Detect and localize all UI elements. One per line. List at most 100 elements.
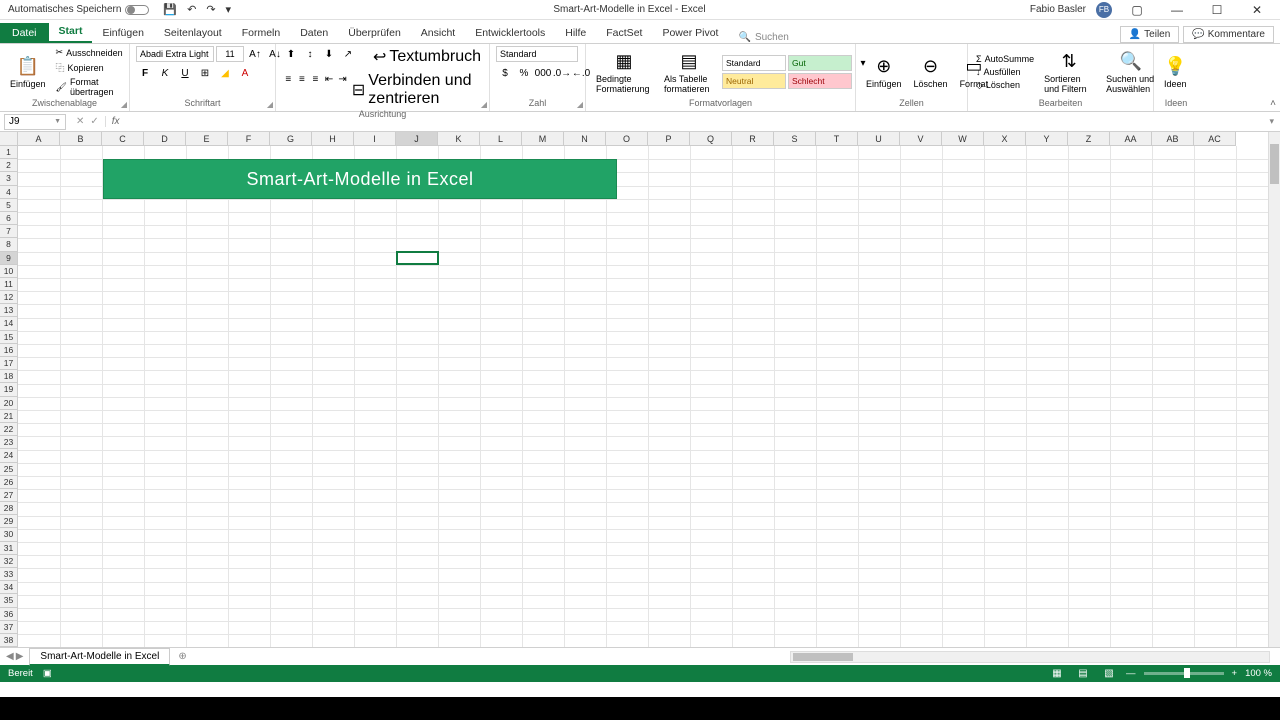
row-header[interactable]: 10 [0, 265, 18, 278]
style-schlecht[interactable]: Schlecht [788, 73, 852, 89]
accept-formula-icon[interactable]: ✓ [90, 116, 98, 127]
column-header[interactable]: B [60, 132, 102, 146]
close-icon[interactable]: ✕ [1242, 3, 1272, 17]
column-header[interactable]: AA [1110, 132, 1152, 146]
row-header[interactable]: 18 [0, 370, 18, 383]
save-icon[interactable]: 💾 [163, 3, 177, 16]
fx-label[interactable]: fx [106, 116, 126, 127]
underline-button[interactable]: U [176, 65, 194, 81]
clear-button[interactable]: ◇Löschen [974, 79, 1036, 92]
column-header[interactable]: U [858, 132, 900, 146]
column-header[interactable]: P [648, 132, 690, 146]
column-header[interactable]: Z [1068, 132, 1110, 146]
row-header[interactable]: 36 [0, 608, 18, 621]
autosum-button[interactable]: ΣAutoSumme [974, 53, 1036, 65]
column-header[interactable]: Y [1026, 132, 1068, 146]
row-header[interactable]: 21 [0, 410, 18, 423]
align-left-icon[interactable]: ≡ [282, 71, 295, 87]
cut-button[interactable]: ✂Ausschneiden [54, 46, 125, 59]
fill-color-button[interactable]: ◢ [216, 65, 234, 81]
column-header[interactable]: AB [1152, 132, 1194, 146]
tab-developer[interactable]: Entwicklertools [465, 23, 555, 43]
name-box[interactable]: J9▼ [4, 114, 66, 130]
column-header[interactable]: V [900, 132, 942, 146]
row-header[interactable]: 38 [0, 634, 18, 647]
row-header[interactable]: 22 [0, 423, 18, 436]
scroll-thumb[interactable] [793, 653, 853, 661]
share-button[interactable]: 👤Teilen [1120, 26, 1180, 43]
vertical-scrollbar[interactable] [1268, 132, 1280, 647]
column-header[interactable]: O [606, 132, 648, 146]
row-header[interactable]: 11 [0, 278, 18, 291]
row-header[interactable]: 16 [0, 344, 18, 357]
cell-grid[interactable]: Smart-Art-Modelle in Excel [18, 146, 1268, 647]
qat-dropdown-icon[interactable]: ▾ [226, 3, 232, 16]
row-header[interactable]: 17 [0, 357, 18, 370]
undo-icon[interactable]: ↶ [187, 3, 196, 16]
paste-button[interactable]: 📋 Einfügen [6, 54, 50, 91]
zoom-in-icon[interactable]: + [1232, 668, 1238, 679]
format-as-table-button[interactable]: ▤Als Tabelle formatieren [660, 49, 718, 96]
column-header[interactable]: M [522, 132, 564, 146]
insert-cells-button[interactable]: ⊕Einfügen [862, 54, 906, 91]
row-header[interactable]: 20 [0, 397, 18, 410]
delete-cells-button[interactable]: ⊖Löschen [910, 54, 952, 91]
column-header[interactable]: A [18, 132, 60, 146]
orientation-icon[interactable]: ↗ [339, 46, 357, 62]
row-header[interactable]: 8 [0, 238, 18, 251]
column-header[interactable]: C [102, 132, 144, 146]
row-header[interactable]: 1 [0, 146, 18, 159]
row-header[interactable]: 29 [0, 515, 18, 528]
toggle-icon[interactable] [125, 5, 149, 15]
fill-button[interactable]: ↓Ausfüllen [974, 66, 1036, 78]
increase-font-icon[interactable]: A↑ [246, 46, 264, 62]
number-launcher-icon[interactable]: ◢ [577, 100, 583, 109]
bold-button[interactable]: F [136, 65, 154, 81]
column-header[interactable]: N [564, 132, 606, 146]
number-format-select[interactable] [496, 46, 578, 62]
macro-record-icon[interactable]: ▣ [43, 668, 52, 679]
row-header[interactable]: 27 [0, 489, 18, 502]
column-header[interactable]: S [774, 132, 816, 146]
alignment-launcher-icon[interactable]: ◢ [481, 100, 487, 109]
row-header[interactable]: 32 [0, 555, 18, 568]
zoom-level[interactable]: 100 % [1245, 668, 1272, 679]
worksheet[interactable]: ABCDEFGHIJKLMNOPQRSTUVWXYZAAABAC 1234567… [0, 132, 1280, 647]
row-header[interactable]: 26 [0, 476, 18, 489]
align-middle-icon[interactable]: ↕ [301, 46, 319, 62]
style-gut[interactable]: Gut [788, 55, 852, 71]
column-header[interactable]: R [732, 132, 774, 146]
column-header[interactable]: T [816, 132, 858, 146]
row-header[interactable]: 9 [0, 252, 18, 265]
column-header[interactable]: X [984, 132, 1026, 146]
row-header[interactable]: 15 [0, 331, 18, 344]
row-header[interactable]: 13 [0, 304, 18, 317]
tab-powerpivot[interactable]: Power Pivot [652, 23, 728, 43]
tab-start[interactable]: Start [49, 21, 93, 43]
prev-sheet-icon[interactable]: ◀ [6, 651, 14, 662]
title-banner[interactable]: Smart-Art-Modelle in Excel [103, 159, 617, 199]
row-header[interactable]: 6 [0, 212, 18, 225]
column-header[interactable]: J [396, 132, 438, 146]
row-header[interactable]: 7 [0, 225, 18, 238]
find-select-button[interactable]: 🔍Suchen und Auswählen [1102, 49, 1160, 96]
column-header[interactable]: K [438, 132, 480, 146]
column-header[interactable]: Q [690, 132, 732, 146]
tell-me-search[interactable]: 🔍 Suchen [738, 32, 788, 43]
row-header[interactable]: 2 [0, 159, 18, 172]
tab-view[interactable]: Ansicht [411, 23, 465, 43]
font-name-input[interactable] [136, 46, 214, 62]
sort-filter-button[interactable]: ⇅Sortieren und Filtern [1040, 49, 1098, 96]
page-layout-view-icon[interactable]: ▤ [1074, 667, 1092, 680]
font-launcher-icon[interactable]: ◢ [267, 100, 273, 109]
column-header[interactable]: AC [1194, 132, 1236, 146]
user-avatar[interactable]: FB [1096, 2, 1112, 18]
comments-button[interactable]: 💬Kommentare [1183, 26, 1274, 43]
align-center-icon[interactable]: ≡ [296, 71, 309, 87]
border-button[interactable]: ⊞ [196, 65, 214, 81]
align-bottom-icon[interactable]: ⬇ [320, 46, 338, 62]
redo-icon[interactable]: ↷ [206, 3, 215, 16]
currency-icon[interactable]: $ [496, 65, 514, 81]
row-header[interactable]: 33 [0, 568, 18, 581]
row-header[interactable]: 24 [0, 449, 18, 462]
